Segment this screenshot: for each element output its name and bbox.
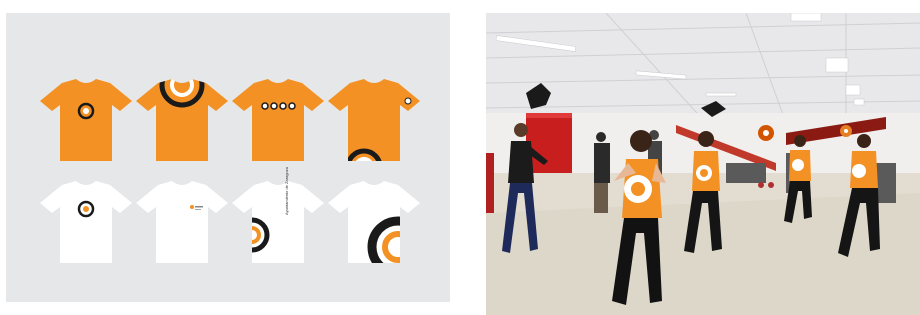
orange-shirt-small-logo [40,79,132,161]
orange-shirt-four-dots [232,79,324,161]
orange-shirt-neck-ring [136,79,228,161]
white-shirt-chest-mark [136,181,228,263]
white-shirt-text-ring: Ayuntamiento de Zaragoza [232,167,324,263]
white-shirt-small-logo [40,181,132,263]
gym-class-photo [486,13,920,315]
white-shirt-large-ring [328,181,420,263]
vertical-print-text: Ayuntamiento de Zaragoza [284,167,289,215]
orange-shirt-corner-ring [328,79,420,161]
tshirt-mockup-panel: Ayuntamiento de Zaragoza [6,13,450,302]
